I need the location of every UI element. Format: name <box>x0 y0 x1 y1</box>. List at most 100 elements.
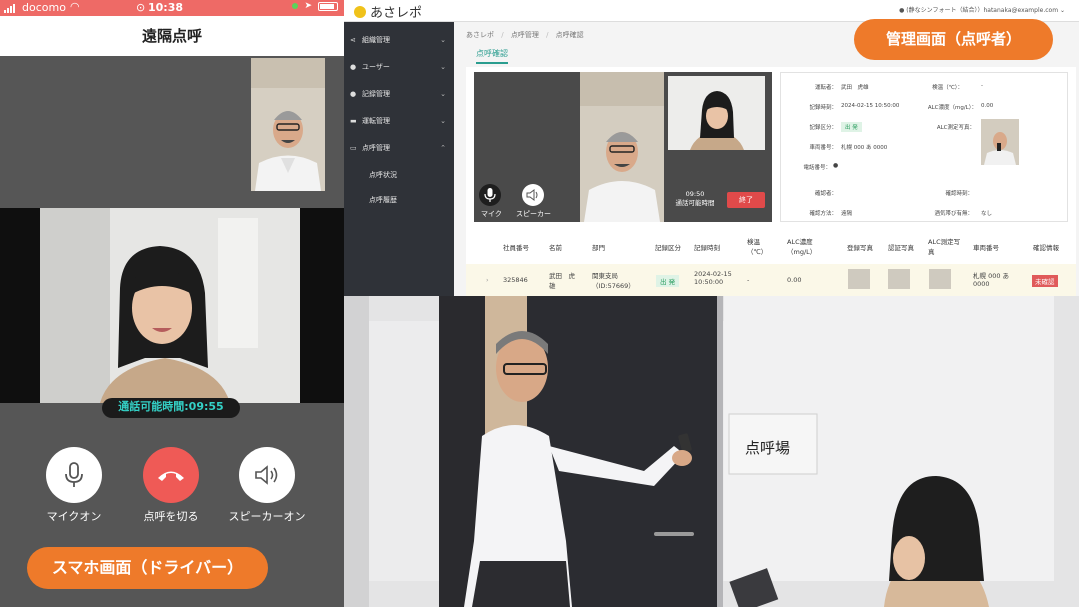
breadcrumb-item[interactable]: 点呼管理 <box>511 31 539 39</box>
composite-screen: docomo ◠ ⊙ 10:38 ➤ 遠隔点呼 通話可能時間:09:55 マイク… <box>0 0 1079 607</box>
wifi-icon: ◠ <box>70 0 80 13</box>
chevron-down-icon: ⌄ <box>440 117 446 125</box>
mic-control: マイクオン <box>46 447 102 523</box>
method-key: 確認方法： <box>809 211 837 217</box>
admin-mic-label: マイク <box>481 210 502 218</box>
signal-icon <box>4 3 15 13</box>
chevron-up-icon: ⌃ <box>440 144 446 152</box>
status-bar: docomo ◠ ⊙ 10:38 ➤ <box>0 0 344 16</box>
cell-vehicle: 札幌 000 あ 0000 <box>973 272 1010 288</box>
man-photo-image <box>981 119 1019 165</box>
operator-video <box>668 76 765 150</box>
mic-button[interactable] <box>46 447 102 503</box>
location-icon: ➤ <box>304 1 312 11</box>
cell-time: 2024-02-15 10:50:00 <box>694 270 732 286</box>
user-icon: ● <box>350 63 357 71</box>
drinking-key: 酒気帯び有無： <box>934 211 973 217</box>
col-header: 検温（℃） <box>747 238 768 256</box>
table-row[interactable]: › 325846 武田 虎雄 関東支局（ID:57669） 出 発 2024-0… <box>466 264 1076 296</box>
sidebar-subitem-history[interactable]: 点呼履歴 <box>369 195 397 205</box>
admin-screen-caption: 管理画面（点呼者） <box>854 19 1053 60</box>
man-video-image <box>251 58 325 191</box>
alc-key: ALC濃度（mg/L）： <box>927 105 977 111</box>
alc-photo-thumbnail[interactable] <box>929 269 951 289</box>
carrier-name: docomo <box>22 1 66 14</box>
cell-name: 武田 虎雄 <box>549 272 575 290</box>
record-time-key: 記録時刻： <box>809 105 837 111</box>
speaker-icon <box>255 465 278 485</box>
col-header: 記録時刻 <box>694 244 720 252</box>
type-key: 記録区分： <box>809 125 837 131</box>
auth-photo-thumbnail[interactable] <box>888 269 910 289</box>
driver-screen-caption: スマホ画面（ドライバー） <box>27 547 268 589</box>
confirm-time-key: 確認時刻： <box>945 191 973 197</box>
admin-screen: あさレポ ● (静なシンフォート（結合））hatanaka@example.co… <box>344 0 1079 296</box>
chevron-down-icon: ⌄ <box>440 90 446 98</box>
remote-video <box>0 208 344 403</box>
col-header: 確認情報 <box>1033 244 1059 252</box>
share-icon: ⋖ <box>350 36 356 44</box>
sidebar-item-records[interactable]: ● 記録管理 ⌄ <box>344 81 454 108</box>
registered-photo-thumbnail[interactable] <box>848 269 870 289</box>
self-video <box>251 58 325 191</box>
driver-key: 運転者： <box>814 85 837 91</box>
breadcrumb-item[interactable]: あさレポ <box>466 31 494 39</box>
man-video-image <box>580 72 664 222</box>
microphone-icon <box>65 462 83 487</box>
temp-value: - <box>981 83 983 89</box>
phone-key: 電話番号： <box>803 165 831 171</box>
sidebar-item-organization[interactable]: ⋖ 組織管理 ⌄ <box>344 27 454 54</box>
vehicle-key: 車両番号： <box>809 145 837 151</box>
clock: 10:38 <box>148 1 184 14</box>
speaker-button[interactable] <box>239 447 295 503</box>
sidebar-item-driving[interactable]: ▬ 運転管理 ⌄ <box>344 108 454 135</box>
driver-value: 武田 虎雄 <box>841 85 869 91</box>
cell-id: 325846 <box>503 276 528 284</box>
roll-call-area-sign: 点呼場 <box>745 439 791 457</box>
speaker-icon <box>526 189 538 201</box>
rollcall-info-panel: 運転者： 武田 虎雄 検温（℃）： - 記録時刻： 2024-02-15 10:… <box>780 72 1068 222</box>
sidebar-item-rollcall[interactable]: ▭ 点呼管理 ⌃ <box>344 135 454 162</box>
video-camera-icon: ▭ <box>350 144 357 152</box>
admin-speaker-button[interactable] <box>522 184 544 206</box>
chevron-down-icon: ⌄ <box>440 63 446 71</box>
speaker-label: スピーカーオン <box>228 510 306 523</box>
vehicle-value: 札幌 000 あ 0000 <box>841 145 888 151</box>
chevron-down-icon: ⌄ <box>440 36 446 44</box>
col-header: 名前 <box>549 244 562 252</box>
admin-video-panel: マイク スピーカー 09:50 通話可能時間 終了 <box>474 72 772 222</box>
admin-sidebar: ⋖ 組織管理 ⌄ ● ユーザー ⌄ ● 記録管理 ⌄ ▬ 運転管理 ⌄ ▭ 点呼管理 ⌃ 点呼状況 … <box>344 22 454 296</box>
end-call-button[interactable]: 終了 <box>727 192 765 208</box>
page-title: 遠隔点呼 <box>0 16 344 56</box>
tab-rollcall-confirm[interactable]: 点呼確認 <box>476 48 508 64</box>
method-value: 遠隔 <box>841 211 853 217</box>
record-icon: ⊙ <box>136 1 146 14</box>
user-menu[interactable]: ● (静なシンフォート（結合））hatanaka@example.com ⌄ <box>899 5 1065 14</box>
col-header: 社員番号 <box>503 244 529 252</box>
alc-photo-thumbnail[interactable] <box>981 119 1019 165</box>
hangup-button[interactable] <box>143 447 199 503</box>
cell-temp: - <box>747 276 750 284</box>
cell-type-badge: 出 発 <box>656 275 680 287</box>
phone-hangup-icon <box>158 471 184 481</box>
roll-call-room-camera: 点呼場 <box>344 296 1079 607</box>
temp-key: 検温（℃）： <box>932 85 963 91</box>
woman-video-image <box>40 208 300 403</box>
col-header: 部門 <box>592 244 605 252</box>
battery-icon <box>318 1 338 11</box>
sidebar-subitem-status[interactable]: 点呼状況 <box>369 170 397 180</box>
admin-mic-button[interactable] <box>479 184 501 206</box>
user-record-icon: ● <box>350 90 357 98</box>
smartphone-screen: docomo ◠ ⊙ 10:38 ➤ 遠隔点呼 通話可能時間:09:55 マイク… <box>0 0 344 607</box>
chevron-right-icon[interactable]: › <box>486 276 489 284</box>
hangup-label: 点呼を切る <box>143 510 199 523</box>
admin-speaker-label: スピーカー <box>516 210 551 218</box>
indicator-dot-icon <box>292 3 299 9</box>
alc-photo-key: ALC測定写真： <box>936 125 975 131</box>
call-time-remaining: 通話可能時間:09:55 <box>102 398 240 418</box>
app-logo[interactable]: あさレポ <box>354 2 422 21</box>
type-badge: 出 発 <box>841 122 862 132</box>
hangup-control: 点呼を切る <box>143 447 199 523</box>
sidebar-item-users[interactable]: ● ユーザー ⌄ <box>344 54 454 81</box>
speaker-control: スピーカーオン <box>229 447 306 523</box>
